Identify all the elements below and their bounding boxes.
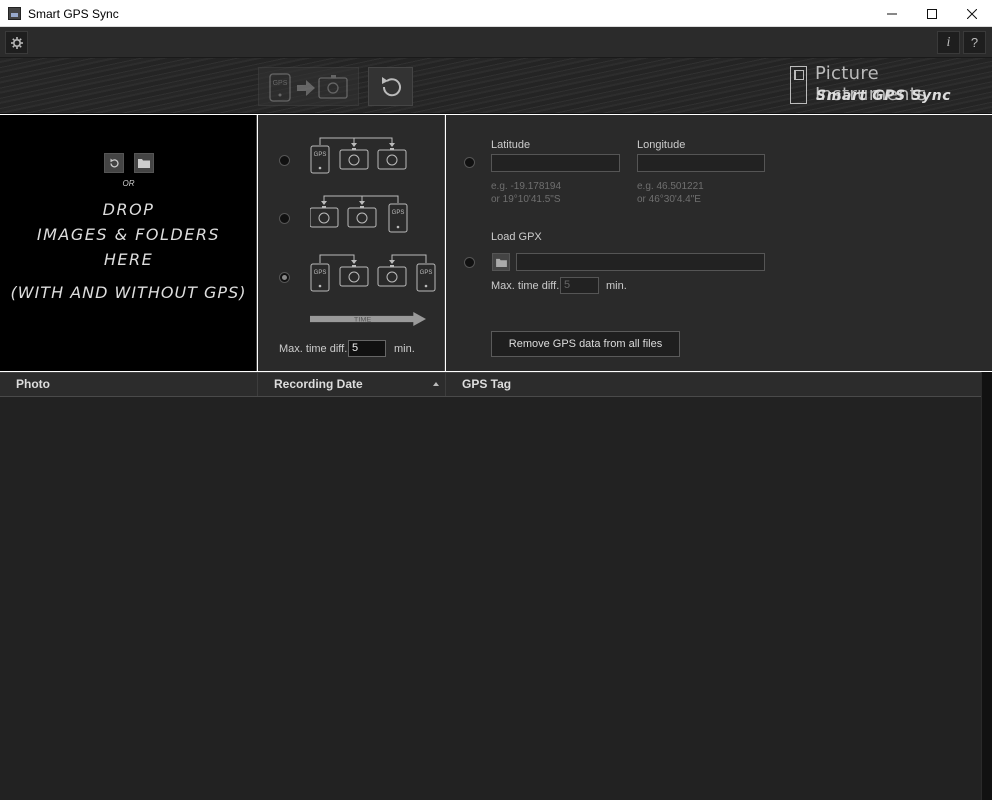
max-time-input[interactable]: 5 — [348, 340, 386, 357]
window-titlebar: Smart GPS Sync — [0, 0, 992, 27]
drop-instructions: DROP IMAGES & FOLDERS HERE — [0, 197, 257, 272]
sort-ascending-icon — [433, 382, 439, 386]
drop-line-2: IMAGES & FOLDERS — [36, 225, 221, 244]
column-header-gps-tag[interactable]: GPS Tag — [446, 373, 981, 396]
gps-label: GPS — [314, 152, 327, 158]
minimize-icon — [887, 13, 897, 14]
drop-line-3: HERE — [103, 250, 154, 269]
info-button[interactable]: i — [937, 31, 960, 54]
settings-button[interactable] — [5, 31, 28, 54]
drop-line-1: DROP — [102, 200, 155, 219]
max-time-label: Max. time diff. — [279, 343, 348, 355]
open-folder-button[interactable] — [134, 153, 154, 173]
gpx-path-input[interactable] — [516, 253, 765, 271]
latitude-hint-dms: or 19°10'41.5"S — [491, 194, 561, 205]
gps-interleaved-diagram: GPS GPS — [310, 254, 436, 292]
undo-icon — [110, 158, 119, 168]
help-button[interactable]: ? — [963, 31, 986, 54]
brand-logo — [790, 66, 807, 104]
longitude-label: Longitude — [637, 139, 686, 151]
app-icon — [8, 7, 21, 20]
longitude-hint: e.g. 46.501221 or 46°30'4.4"E — [637, 180, 704, 206]
remove-gps-button[interactable]: Remove GPS data from all files — [491, 331, 680, 357]
window-title: Smart GPS Sync — [28, 7, 119, 21]
mode-radio-gpx[interactable] — [464, 257, 475, 268]
gear-icon — [10, 36, 23, 49]
maximize-icon — [927, 8, 937, 19]
load-gpx-label: Load GPX — [491, 231, 542, 243]
folder-icon — [495, 258, 507, 267]
longitude-hint-decimal: e.g. 46.501221 — [637, 181, 704, 192]
longitude-input[interactable] — [637, 154, 765, 172]
minimize-button[interactable] — [872, 0, 912, 27]
time-arrow-icon: TIME — [310, 312, 426, 326]
or-label: OR — [122, 179, 135, 188]
photo-table-body[interactable] — [0, 397, 981, 800]
gpx-max-time-label: Max. time diff. — [491, 280, 560, 292]
mode-radio-manual-coords[interactable] — [464, 157, 475, 168]
column-header-recording-date[interactable]: Recording Date — [258, 373, 446, 396]
apply-gps-button[interactable]: GPS — [258, 67, 359, 106]
undo-icon — [382, 77, 401, 97]
table-header: Photo Recording Date GPS Tag — [0, 372, 981, 397]
close-icon — [967, 8, 977, 19]
banner: GPS Picture Instruments Smart GPS Sync — [0, 58, 992, 114]
mode-radio-gps-first[interactable] — [279, 155, 290, 166]
latitude-input[interactable] — [491, 154, 620, 172]
latitude-hint-decimal: e.g. -19.178194 — [491, 181, 562, 192]
drop-note: (WITH AND WITHOUT GPS) — [10, 283, 247, 302]
gpx-max-time-input[interactable]: 5 — [560, 277, 599, 294]
folder-icon — [138, 159, 150, 168]
longitude-hint-dms: or 46°30'4.4"E — [637, 194, 701, 205]
gps-label: GPS — [314, 270, 327, 276]
toolbar: i ? — [0, 27, 992, 58]
gps-last-diagram: GPS — [310, 195, 408, 233]
help-label: ? — [970, 35, 979, 50]
close-button[interactable] — [952, 0, 992, 27]
mode-radio-gps-interleaved[interactable] — [279, 272, 290, 283]
time-label: TIME — [354, 317, 372, 323]
gpx-browse-button[interactable] — [492, 253, 510, 271]
gps-label: GPS — [392, 210, 405, 216]
product-name: Smart GPS Sync — [816, 88, 952, 104]
maximize-button[interactable] — [912, 0, 952, 27]
column-label-recording-date: Recording Date — [274, 377, 363, 391]
reload-button[interactable] — [104, 153, 124, 173]
latitude-label: Latitude — [491, 139, 531, 151]
drop-zone[interactable]: OR DROP IMAGES & FOLDERS HERE (WITH AND … — [0, 115, 257, 371]
svg-text:GPS: GPS — [273, 80, 288, 87]
column-header-photo[interactable]: Photo — [0, 373, 258, 396]
mode-radio-gps-last[interactable] — [279, 213, 290, 224]
gps-first-diagram: GPS — [310, 137, 407, 174]
gpx-max-time-unit: min. — [606, 280, 627, 292]
reset-button[interactable] — [368, 67, 413, 106]
info-label: i — [946, 34, 951, 50]
latitude-hint: e.g. -19.178194 or 19°10'41.5"S — [491, 180, 561, 206]
sync-mode-panel: GPS GPS GPS GPS TIME Max. time diff. 5 m… — [258, 115, 445, 371]
table-scrollbar[interactable] — [981, 372, 992, 800]
max-time-unit: min. — [394, 343, 415, 355]
manual-gps-panel: Latitude e.g. -19.178194 or 19°10'41.5"S… — [446, 115, 992, 371]
gps-to-camera-icon: GPS — [269, 73, 348, 102]
gps-label: GPS — [420, 270, 433, 276]
